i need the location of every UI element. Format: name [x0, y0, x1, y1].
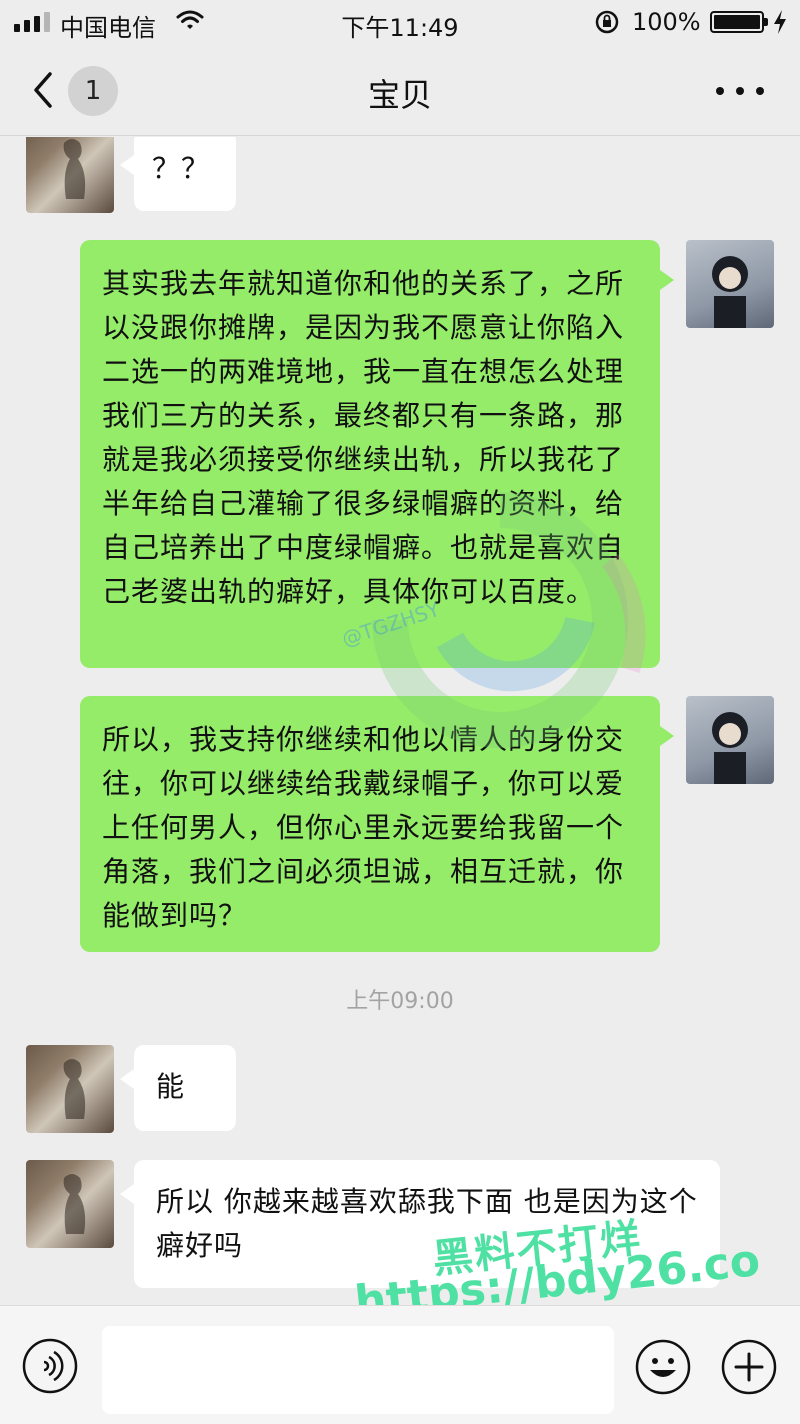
message-bubble-incoming[interactable]: ？？	[120, 137, 236, 211]
more-dots-icon[interactable]	[716, 76, 764, 106]
message-bubble-outgoing[interactable]: 所以，我支持你继续和他以情人的身份交往，你可以继续给我戴绿帽子，你可以爱上任何男…	[80, 696, 674, 952]
emoji-icon[interactable]	[634, 1338, 692, 1396]
input-bar	[0, 1305, 800, 1424]
chat-header: 1 宝贝	[0, 46, 800, 136]
orientation-lock-icon	[595, 10, 619, 34]
message-bubble-incoming[interactable]: 所以 你越来越喜欢舔我下面 也是因为这个癖好吗	[120, 1160, 720, 1288]
voice-icon[interactable]	[22, 1338, 78, 1394]
message-bubble-incoming[interactable]: 能	[120, 1045, 236, 1131]
chat-title: 宝贝	[367, 76, 432, 114]
contact-avatar[interactable]	[26, 1160, 114, 1248]
charging-icon	[774, 10, 786, 34]
message-bubble-outgoing[interactable]: 其实我去年就知道你和他的关系了，之所以没跟你摊牌，是因为我不愿意让你陷入二选一的…	[80, 240, 674, 668]
contact-avatar[interactable]	[26, 137, 114, 213]
battery-percent: 100%	[632, 8, 701, 36]
message-timestamp: 上午09:00	[346, 989, 454, 1014]
my-avatar[interactable]	[686, 240, 774, 328]
my-avatar[interactable]	[686, 696, 774, 784]
message-input[interactable]	[102, 1326, 614, 1414]
plus-icon[interactable]	[720, 1338, 778, 1396]
battery-icon	[710, 11, 768, 33]
message-list[interactable]: ？？ 其实我去年就知道你和他的关系了，之所以没跟你摊牌，是因为我不愿意让你陷入二…	[0, 137, 800, 1305]
status-bar: 中国电信 下午11:49 100%	[0, 0, 800, 46]
contact-avatar[interactable]	[26, 1045, 114, 1133]
